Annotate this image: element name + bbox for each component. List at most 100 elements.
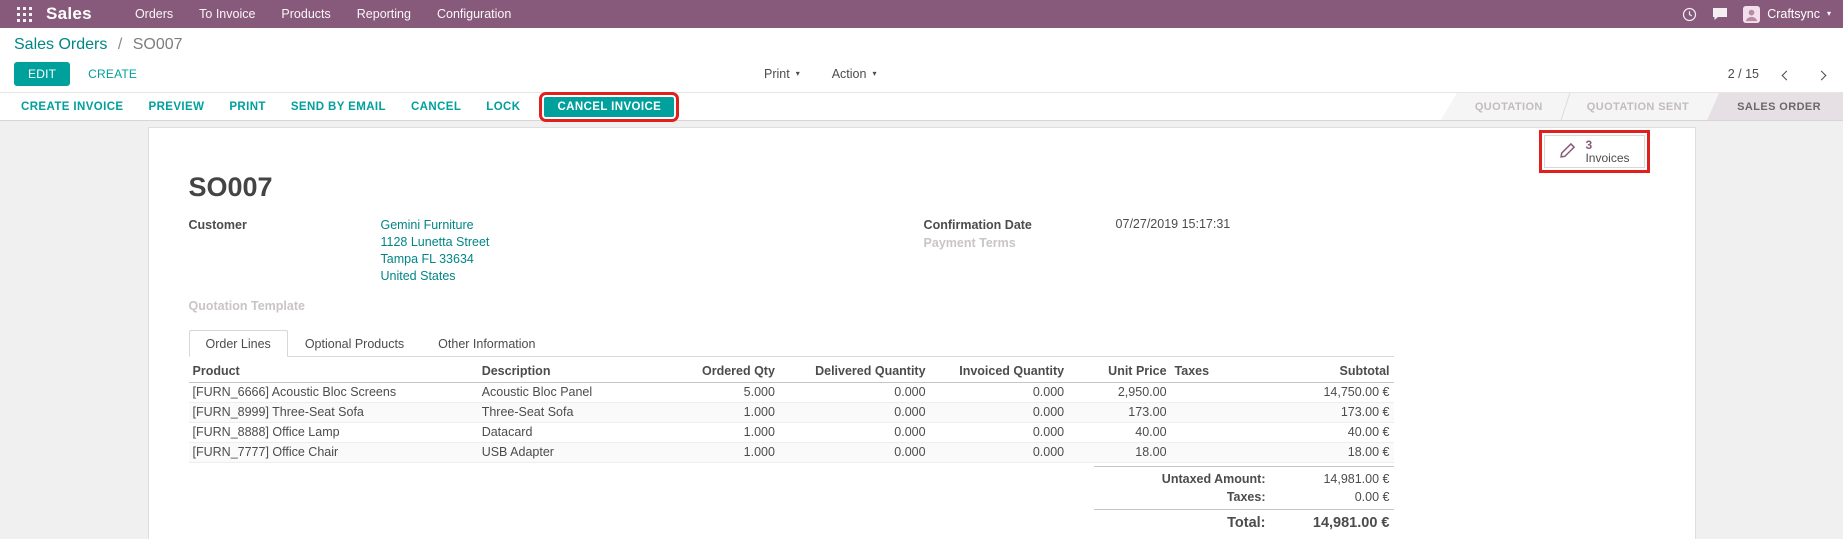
taxes-label: Taxes: <box>1098 490 1280 504</box>
nav-products[interactable]: Products <box>268 0 343 28</box>
status-step-sales-order[interactable]: SALES ORDER <box>1707 93 1843 120</box>
cell-invoiced-quantity: 0.000 <box>930 383 1069 403</box>
tab-order-lines[interactable]: Order Lines <box>189 330 288 357</box>
main-menu: Orders To Invoice Products Reporting Con… <box>122 0 524 28</box>
cell-taxes <box>1171 423 1243 443</box>
cell-taxes <box>1171 403 1243 423</box>
cell-unit-price: 40.00 <box>1068 423 1170 443</box>
cell-subtotal: 18.00 € <box>1243 443 1394 463</box>
payment-terms-label: Payment Terms <box>924 235 1116 250</box>
cancel-invoice-button[interactable]: CANCEL INVOICE <box>544 97 674 117</box>
cell-ordered-qty: 5.000 <box>670 383 778 403</box>
cancel-button[interactable]: CANCEL <box>400 96 472 118</box>
cell-ordered-qty: 1.000 <box>670 443 778 463</box>
caret-down-icon: ▾ <box>796 70 800 78</box>
status-step-quotation-sent[interactable]: QUOTATION SENT <box>1565 93 1711 120</box>
col-unit-price[interactable]: Unit Price <box>1068 359 1170 383</box>
customer-name-link[interactable]: Gemini Furniture <box>381 217 490 234</box>
caret-down-icon: ▾ <box>872 70 876 78</box>
customer-street-link[interactable]: 1128 Lunetta Street <box>381 234 490 251</box>
stat-button-box: 3 Invoices <box>149 128 1695 168</box>
apps-menu-icon[interactable] <box>12 7 36 22</box>
cell-product: [FURN_7777] Office Chair <box>189 443 478 463</box>
invoices-stat-button[interactable]: 3 Invoices <box>1544 135 1644 168</box>
breadcrumb: Sales Orders / SO007 <box>14 36 1829 54</box>
print-menu-button[interactable]: Print ▾ <box>762 63 802 85</box>
action-menu-button[interactable]: Action ▾ <box>830 63 879 85</box>
nav-configuration[interactable]: Configuration <box>424 0 524 28</box>
pager-previous-button[interactable] <box>1779 65 1794 84</box>
cell-delivered-quantity: 0.000 <box>779 403 930 423</box>
col-invoiced-quantity[interactable]: Invoiced Quantity <box>930 359 1069 383</box>
col-product[interactable]: Product <box>189 359 478 383</box>
tab-optional-products[interactable]: Optional Products <box>288 330 421 357</box>
order-title: SO007 <box>189 172 1394 203</box>
tab-other-information[interactable]: Other Information <box>421 330 552 357</box>
user-avatar <box>1743 6 1760 23</box>
col-description[interactable]: Description <box>478 359 671 383</box>
print-button[interactable]: PRINT <box>218 96 277 118</box>
notebook-tabs: Order Lines Optional Products Other Info… <box>189 330 1394 357</box>
user-menu[interactable]: Craftsync ▾ <box>1743 6 1831 23</box>
cell-ordered-qty: 1.000 <box>670 403 778 423</box>
customer-country-link[interactable]: United States <box>381 268 490 285</box>
cell-delivered-quantity: 0.000 <box>779 383 930 403</box>
send-by-email-button[interactable]: SEND BY EMAIL <box>280 96 397 118</box>
cell-ordered-qty: 1.000 <box>670 423 778 443</box>
cell-unit-price: 2,950.00 <box>1068 383 1170 403</box>
lock-button[interactable]: LOCK <box>475 96 531 118</box>
breadcrumb-sales-orders[interactable]: Sales Orders <box>14 36 107 53</box>
cell-subtotal: 40.00 € <box>1243 423 1394 443</box>
activities-clock-icon[interactable] <box>1682 7 1697 22</box>
user-name: Craftsync <box>1767 7 1820 21</box>
messages-icon[interactable] <box>1712 7 1728 21</box>
cell-product: [FURN_6666] Acoustic Bloc Screens <box>189 383 478 403</box>
cell-description: Acoustic Bloc Panel <box>478 383 671 403</box>
create-button[interactable]: CREATE <box>86 63 139 85</box>
caret-down-icon: ▾ <box>1827 10 1831 18</box>
order-line-row[interactable]: [FURN_8888] Office Lamp Datacard 1.000 0… <box>189 423 1394 443</box>
create-invoice-button[interactable]: CREATE INVOICE <box>10 96 135 118</box>
order-line-row[interactable]: [FURN_8999] Three-Seat Sofa Three-Seat S… <box>189 403 1394 423</box>
untaxed-amount-value: 14,981.00 € <box>1280 472 1390 486</box>
preview-button[interactable]: PREVIEW <box>138 96 216 118</box>
order-line-row[interactable]: [FURN_6666] Acoustic Bloc Screens Acoust… <box>189 383 1394 403</box>
sale-order-sheet: 3 Invoices SO007 Customer Gemini Furnitu… <box>148 127 1696 539</box>
pager-next-button[interactable] <box>1814 65 1829 84</box>
statusbar: CREATE INVOICE PREVIEW PRINT SEND BY EMA… <box>0 92 1843 121</box>
order-line-row[interactable]: [FURN_7777] Office Chair USB Adapter 1.0… <box>189 443 1394 463</box>
col-delivered-quantity[interactable]: Delivered Quantity <box>779 359 930 383</box>
breadcrumb-separator: / <box>118 36 122 53</box>
cell-taxes <box>1171 383 1243 403</box>
cell-product: [FURN_8888] Office Lamp <box>189 423 478 443</box>
cell-description: Three-Seat Sofa <box>478 403 671 423</box>
invoices-label: Invoices <box>1585 152 1629 165</box>
cell-description: Datacard <box>478 423 671 443</box>
cell-delivered-quantity: 0.000 <box>779 423 930 443</box>
chevron-left-icon <box>1782 70 1792 80</box>
form-view: 3 Invoices SO007 Customer Gemini Furnitu… <box>0 121 1843 539</box>
nav-to-invoice[interactable]: To Invoice <box>186 0 268 28</box>
cell-unit-price: 173.00 <box>1068 403 1170 423</box>
top-navbar: Sales Orders To Invoice Products Reporti… <box>0 0 1843 28</box>
status-step-quotation[interactable]: QUOTATION <box>1453 93 1565 120</box>
col-subtotal[interactable]: Subtotal <box>1243 359 1394 383</box>
control-panel: Sales Orders / SO007 EDIT CREATE Print ▾… <box>0 28 1843 92</box>
col-ordered-qty[interactable]: Ordered Qty <box>670 359 778 383</box>
customer-city-link[interactable]: Tampa FL 33634 <box>381 251 490 268</box>
cell-invoiced-quantity: 0.000 <box>930 423 1069 443</box>
col-taxes[interactable]: Taxes <box>1171 359 1243 383</box>
status-pipeline: QUOTATION QUOTATION SENT SALES ORDER <box>1441 93 1843 120</box>
nav-orders[interactable]: Orders <box>122 0 186 28</box>
invoices-count: 3 <box>1585 139 1629 152</box>
app-name[interactable]: Sales <box>46 4 92 24</box>
cell-product: [FURN_8999] Three-Seat Sofa <box>189 403 478 423</box>
table-header-row: Product Description Ordered Qty Delivere… <box>189 359 1394 383</box>
edit-button[interactable]: EDIT <box>14 62 70 86</box>
total-label: Total: <box>1098 515 1280 531</box>
quotation-template-label: Quotation Template <box>189 298 381 313</box>
pager-count: 2 / 15 <box>1728 67 1759 81</box>
nav-reporting[interactable]: Reporting <box>344 0 424 28</box>
cell-description: USB Adapter <box>478 443 671 463</box>
print-menu-label: Print <box>764 67 790 81</box>
